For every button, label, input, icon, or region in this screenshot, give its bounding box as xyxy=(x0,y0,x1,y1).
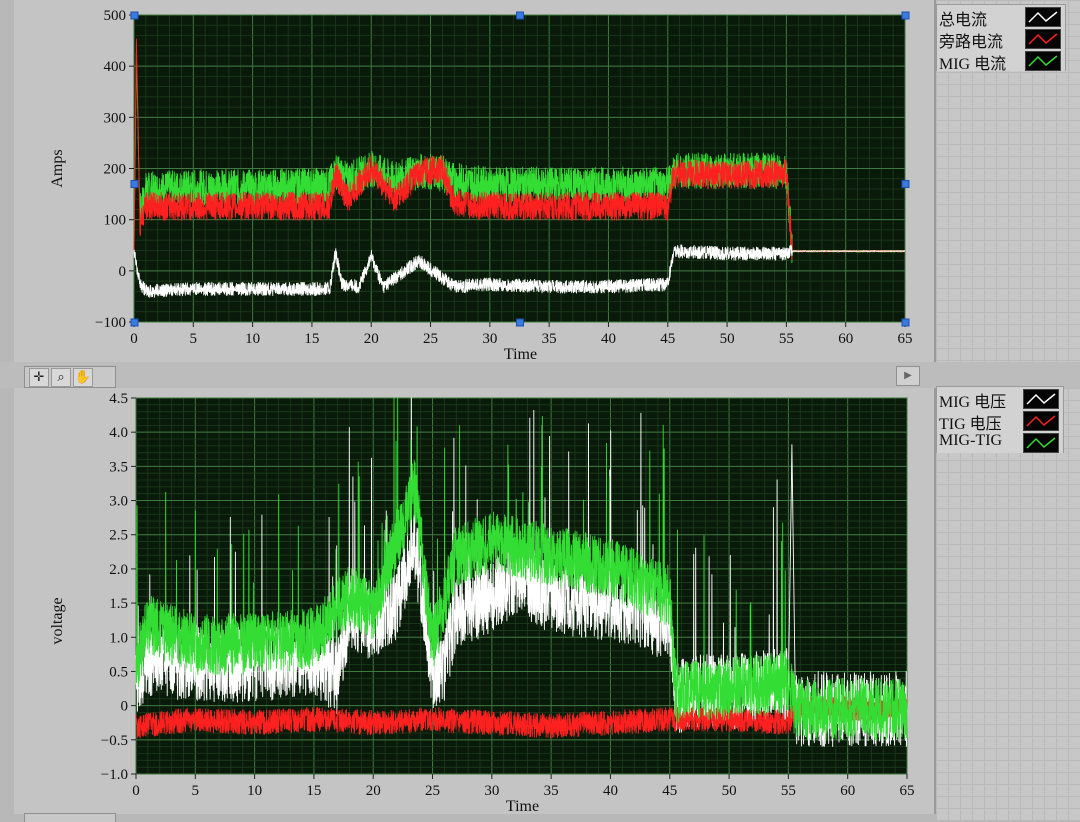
x-axis-label: Time xyxy=(506,798,539,815)
x-tick-label: 15 xyxy=(304,331,319,347)
upper-legend[interactable]: 总电流 旁路电流 MIG 电流 xyxy=(936,4,1066,73)
legend-row-mig-current[interactable]: MIG 电流 xyxy=(937,49,1065,73)
white-line-icon xyxy=(1023,389,1059,409)
x-axis-label: Time xyxy=(504,346,537,363)
x-tick-label: 35 xyxy=(542,331,557,347)
crosshair-icon[interactable]: ✛ xyxy=(29,368,49,387)
y-tick-label: 200 xyxy=(104,162,127,178)
x-tick-label: 45 xyxy=(662,783,677,799)
y-tick-label: 0 xyxy=(119,264,127,280)
x-tick-label: 30 xyxy=(482,331,497,347)
white-line-icon xyxy=(1025,7,1061,27)
x-tick-label: 25 xyxy=(423,331,438,347)
hand-icon[interactable]: ✋ xyxy=(73,368,93,387)
y-tick-label: 2.5 xyxy=(109,528,128,544)
x-tick-label: 40 xyxy=(603,783,618,799)
x-tick-label: 40 xyxy=(601,331,616,347)
legend-row-total-current[interactable]: 总电流 xyxy=(937,5,1065,29)
red-line-icon xyxy=(1025,29,1061,49)
resize-handle xyxy=(130,318,139,327)
upper-current-chart[interactable]: 5004003002001000−1000 5 10 15 20 25 30 35 40 45 50… xyxy=(0,0,936,366)
lower-legend[interactable]: MIG 电压 TIG 电压 MIG-TIG xyxy=(936,386,1064,453)
y-tick-label: 4.5 xyxy=(109,391,128,407)
legend-label: MIG-TIG xyxy=(939,432,1003,449)
x-tick-label: 55 xyxy=(779,331,794,347)
resize-handle xyxy=(130,11,139,20)
y-tick-label: −1.0 xyxy=(101,767,128,783)
x-tick-label: 60 xyxy=(840,783,855,799)
y-tick-label: 2.0 xyxy=(109,562,128,578)
resize-handle xyxy=(901,318,910,327)
x-tick-label: 30 xyxy=(484,783,499,799)
x-tick-label: 25 xyxy=(425,783,440,799)
legend-row-bypass-current[interactable]: 旁路电流 xyxy=(937,27,1065,51)
x-tick-label: 50 xyxy=(722,783,737,799)
y-tick-label: 400 xyxy=(104,59,127,75)
resize-handle xyxy=(516,11,524,20)
lower-voltage-chart[interactable]: 4.54.03.53.02.52.01.51.00.50−0.5−1.00 5 10… xyxy=(0,388,936,821)
zoom-icon[interactable]: ⌕ xyxy=(51,368,71,387)
resize-handle xyxy=(901,11,910,20)
x-tick-label: 65 xyxy=(900,783,915,799)
y-axis-label: voltage xyxy=(49,597,66,644)
green-line-icon xyxy=(1023,433,1059,453)
y-tick-label: −0.5 xyxy=(101,733,128,749)
x-tick-label: 0 xyxy=(132,783,140,799)
x-tick-label: 65 xyxy=(898,331,913,347)
y-axis-label: Amps xyxy=(49,149,66,187)
y-tick-label: 0.5 xyxy=(109,664,128,680)
resize-handle xyxy=(901,180,910,188)
graph-palette: ✛ ⌕ ✋ xyxy=(24,366,116,388)
x-tick-label: 20 xyxy=(364,331,379,347)
y-tick-label: 0 xyxy=(121,699,129,715)
x-tick-label: 0 xyxy=(130,331,138,347)
x-tick-label: 35 xyxy=(544,783,559,799)
red-line-icon xyxy=(1023,411,1059,431)
legend-row-mig-tig[interactable]: MIG-TIG xyxy=(937,431,1063,453)
x-tick-label: 5 xyxy=(190,331,198,347)
x-tick-label: 60 xyxy=(838,331,853,347)
y-tick-label: 300 xyxy=(104,110,127,126)
green-line-icon xyxy=(1025,51,1061,71)
resize-handle xyxy=(130,180,139,188)
scroll-right-arrow-icon[interactable]: ▶ xyxy=(896,366,920,386)
x-tick-label: 20 xyxy=(366,783,381,799)
x-tick-label: 45 xyxy=(660,331,675,347)
x-tick-label: 50 xyxy=(720,331,735,347)
y-tick-label: 3.5 xyxy=(109,459,128,475)
legend-label: MIG 电流 xyxy=(939,56,1007,73)
y-tick-label: 500 xyxy=(104,8,127,24)
legend-row-mig-voltage[interactable]: MIG 电压 xyxy=(937,387,1063,411)
x-tick-label: 5 xyxy=(192,783,200,799)
y-tick-label: 3.0 xyxy=(109,494,128,510)
y-tick-label: 1.0 xyxy=(109,630,128,646)
x-tick-label: 10 xyxy=(247,783,262,799)
resize-handle xyxy=(516,318,524,327)
y-tick-label: 100 xyxy=(104,213,127,229)
x-tick-label: 15 xyxy=(306,783,321,799)
legend-row-tig-voltage[interactable]: TIG 电压 xyxy=(937,409,1063,433)
y-tick-label: 1.5 xyxy=(109,596,128,612)
x-tick-label: 55 xyxy=(781,783,796,799)
y-tick-label: −100 xyxy=(95,315,126,331)
x-tick-label: 10 xyxy=(245,331,260,347)
y-tick-label: 4.0 xyxy=(109,425,128,441)
